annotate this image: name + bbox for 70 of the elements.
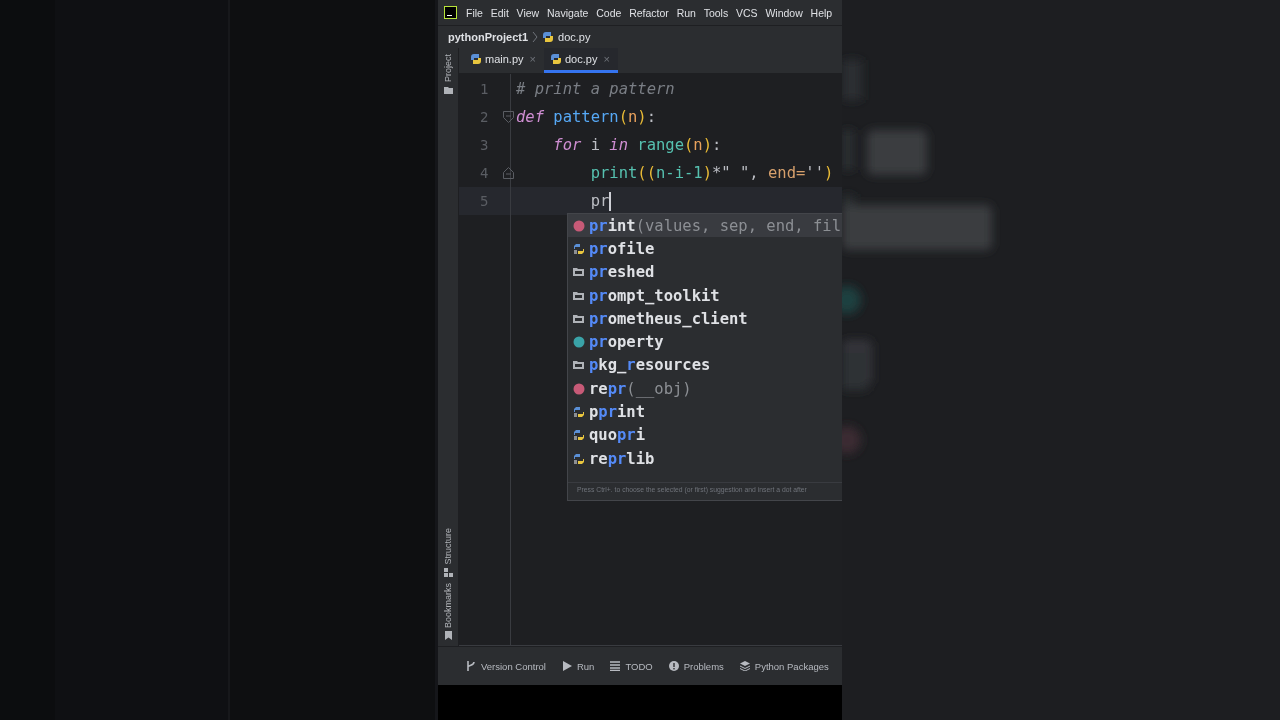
line-number: 2 <box>480 109 489 125</box>
editor-tab[interactable]: doc.py × <box>543 48 618 73</box>
app-logo-icon <box>444 6 457 19</box>
layers-icon <box>739 661 750 671</box>
python-file-icon <box>549 53 562 65</box>
code-line: # print a pattern <box>516 80 675 98</box>
play-icon <box>561 661 572 671</box>
completion-item[interactable]: reprlib <box>568 446 842 471</box>
menu-item[interactable]: Run <box>676 6 696 19</box>
folder-icon <box>573 359 585 372</box>
function-icon <box>573 382 585 395</box>
class-icon <box>573 336 585 349</box>
tool-window-button[interactable]: Problems <box>668 660 724 672</box>
python-file-icon <box>573 242 585 255</box>
completion-item[interactable]: prompt_toolkit <box>568 283 842 308</box>
branch-icon <box>466 661 476 671</box>
menu-item[interactable]: Navigate <box>547 6 589 19</box>
completion-item[interactable]: repr(__obj) <box>568 377 842 401</box>
tool-window-button[interactable]: Version Control <box>466 660 546 672</box>
completion-item[interactable]: pprint <box>568 400 842 424</box>
menu-item[interactable]: File <box>466 6 483 19</box>
completion-item[interactable]: property <box>568 330 842 354</box>
python-file-icon <box>573 406 585 418</box>
menu-item[interactable]: Code <box>596 6 622 19</box>
menu-item[interactable]: Edit <box>490 6 509 19</box>
python-file-icon <box>573 429 585 442</box>
code-line: pr <box>589 192 610 210</box>
menu-item[interactable]: Window <box>765 6 803 19</box>
completion-item[interactable]: prometheus_client <box>568 307 842 331</box>
python-file-icon <box>542 31 555 43</box>
structure-icon <box>443 568 453 577</box>
breadcrumb-file[interactable]: doc.py <box>558 31 591 43</box>
chevron-icon <box>532 31 539 43</box>
tool-window-button[interactable]: Run <box>561 660 595 672</box>
completion-item[interactable]: pkg_resources <box>568 353 842 378</box>
folder-icon <box>573 266 585 279</box>
completion-item[interactable]: profile <box>568 237 842 261</box>
breadcrumb-project[interactable]: pythonProject1 <box>448 31 529 43</box>
completion-item[interactable]: print(values, sep, end, fil <box>568 214 842 238</box>
line-number: 3 <box>480 137 489 153</box>
text-cursor <box>609 191 612 211</box>
tool-window-label[interactable]: Project <box>443 54 453 82</box>
completion-item[interactable]: quopri <box>568 423 842 447</box>
python-file-icon <box>573 452 585 465</box>
menu-item[interactable]: Tools <box>703 6 729 19</box>
fold-marker-icon[interactable] <box>503 111 514 123</box>
completion-item[interactable]: preshed <box>568 260 842 284</box>
bookmark-icon <box>443 631 453 640</box>
code-line: def pattern(n): <box>516 108 657 126</box>
tool-window-label[interactable]: Structure <box>443 528 453 565</box>
menu-item[interactable]: Refactor <box>629 6 669 19</box>
folder-icon <box>573 312 585 325</box>
line-number: 4 <box>480 165 489 181</box>
code-line: for i in range(n): <box>552 136 722 154</box>
tool-window-button[interactable]: TODO <box>610 660 653 672</box>
folder-icon <box>573 289 585 302</box>
tool-window-button[interactable]: Python Packages <box>739 660 829 672</box>
python-file-icon <box>470 53 482 65</box>
folder-icon <box>443 85 453 94</box>
fold-marker-icon[interactable] <box>503 167 514 179</box>
menu-item[interactable]: Help <box>810 6 833 19</box>
line-number: 1 <box>480 81 489 97</box>
menu-item[interactable]: VCS <box>736 6 758 19</box>
warning-icon <box>668 661 679 671</box>
tool-window-label[interactable]: Bookmarks <box>443 583 453 628</box>
list-icon <box>610 661 621 671</box>
editor-tab[interactable]: main.py × <box>464 48 544 73</box>
menu-item[interactable]: View <box>516 6 540 19</box>
function-icon <box>573 219 585 232</box>
code-line: print((n-i-1)*" ", end='') <box>589 164 834 182</box>
